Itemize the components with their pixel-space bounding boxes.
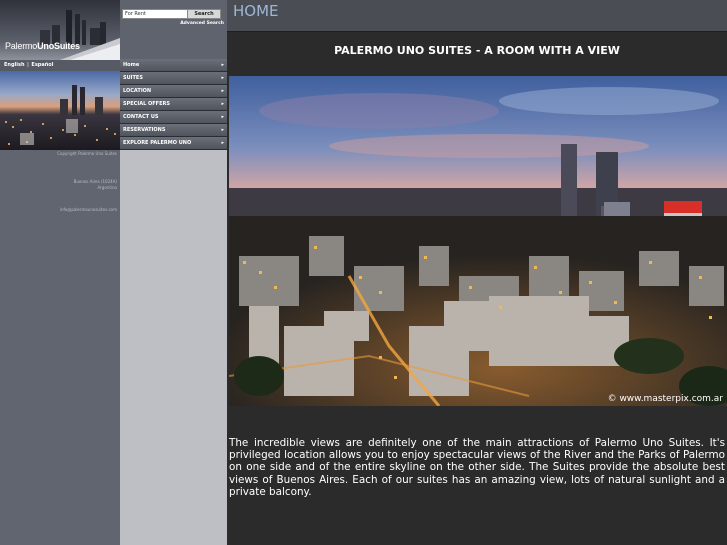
- nav-item-label: RESERVATIONS: [123, 127, 166, 133]
- arrow-right-icon: ▸: [221, 127, 224, 133]
- search-area: Search Advanced Search: [120, 0, 227, 59]
- nav-item-label: CONTACT US: [123, 114, 159, 120]
- body-paragraph: The incredible views are definitely one …: [229, 437, 725, 498]
- arrow-right-icon: ▸: [221, 62, 224, 68]
- section-heading: PALERMO UNO SUITES - A ROOM WITH A VIEW: [334, 44, 620, 57]
- copyright-text: Copyright Palermo Uno Suites: [57, 151, 117, 156]
- nav-item-label: SUITES: [123, 75, 143, 81]
- address-line1: Buenos Aires (1024A): [73, 179, 117, 184]
- logo[interactable]: PalermoUnoSuites: [0, 0, 120, 60]
- nav-item-explore[interactable]: EXPLORE PALERMO UNO ▸: [120, 137, 227, 150]
- arrow-right-icon: ▸: [221, 114, 224, 120]
- advanced-search-link[interactable]: Advanced Search: [180, 21, 224, 26]
- address-line2: Argentina: [97, 185, 117, 190]
- lang-english[interactable]: English: [4, 62, 25, 68]
- logo-part2: UnoSuites: [37, 41, 80, 51]
- left-sidebar: PalermoUnoSuites English | Español Copyr…: [0, 0, 121, 545]
- nav-item-reservations[interactable]: RESERVATIONS ▸: [120, 124, 227, 137]
- nav-item-label: SPECIAL OFFERS: [123, 101, 170, 107]
- nav-item-label: Home: [123, 62, 140, 68]
- hero-city-photo: © www.masterpix.com.ar: [229, 76, 727, 406]
- nav-item-contact-us[interactable]: CONTACT US ▸: [120, 111, 227, 124]
- page-title: HOME: [233, 2, 279, 20]
- nav-item-label: LOCATION: [123, 88, 152, 94]
- arrow-right-icon: ▸: [221, 75, 224, 81]
- logo-text: PalermoUnoSuites: [5, 41, 80, 51]
- nav-item-location[interactable]: LOCATION ▸: [120, 85, 227, 98]
- lang-separator: |: [27, 62, 29, 68]
- arrow-right-icon: ▸: [221, 140, 224, 146]
- logo-part1: Palermo: [5, 41, 38, 51]
- header-bar: HOME: [227, 0, 727, 32]
- language-bar: English | Español: [0, 60, 120, 71]
- nav-item-label: EXPLORE PALERMO UNO: [123, 140, 192, 146]
- main-nav: Home ▸ SUITES ▸ LOCATION ▸ SPECIAL OFFER…: [120, 59, 227, 150]
- arrow-right-icon: ▸: [221, 88, 224, 94]
- sidebar-skyline-photo: [0, 71, 120, 150]
- nav-item-suites[interactable]: SUITES ▸: [120, 72, 227, 85]
- logo-skyline-graphic: [0, 0, 120, 60]
- nav-item-special-offers[interactable]: SPECIAL OFFERS ▸: [120, 98, 227, 111]
- email-link[interactable]: info@palermounosuites.com: [60, 207, 117, 212]
- search-button[interactable]: Search: [187, 9, 221, 19]
- main-content: HOME PALERMO UNO SUITES - A ROOM WITH A …: [227, 0, 727, 545]
- search-input[interactable]: [122, 9, 188, 19]
- nav-item-home[interactable]: Home ▸: [120, 59, 227, 72]
- arrow-right-icon: ▸: [221, 101, 224, 107]
- lang-espanol[interactable]: Español: [31, 62, 53, 68]
- photo-credit: © www.masterpix.com.ar: [607, 394, 723, 404]
- nav-column: Search Advanced Search Home ▸ SUITES ▸ L…: [120, 0, 227, 545]
